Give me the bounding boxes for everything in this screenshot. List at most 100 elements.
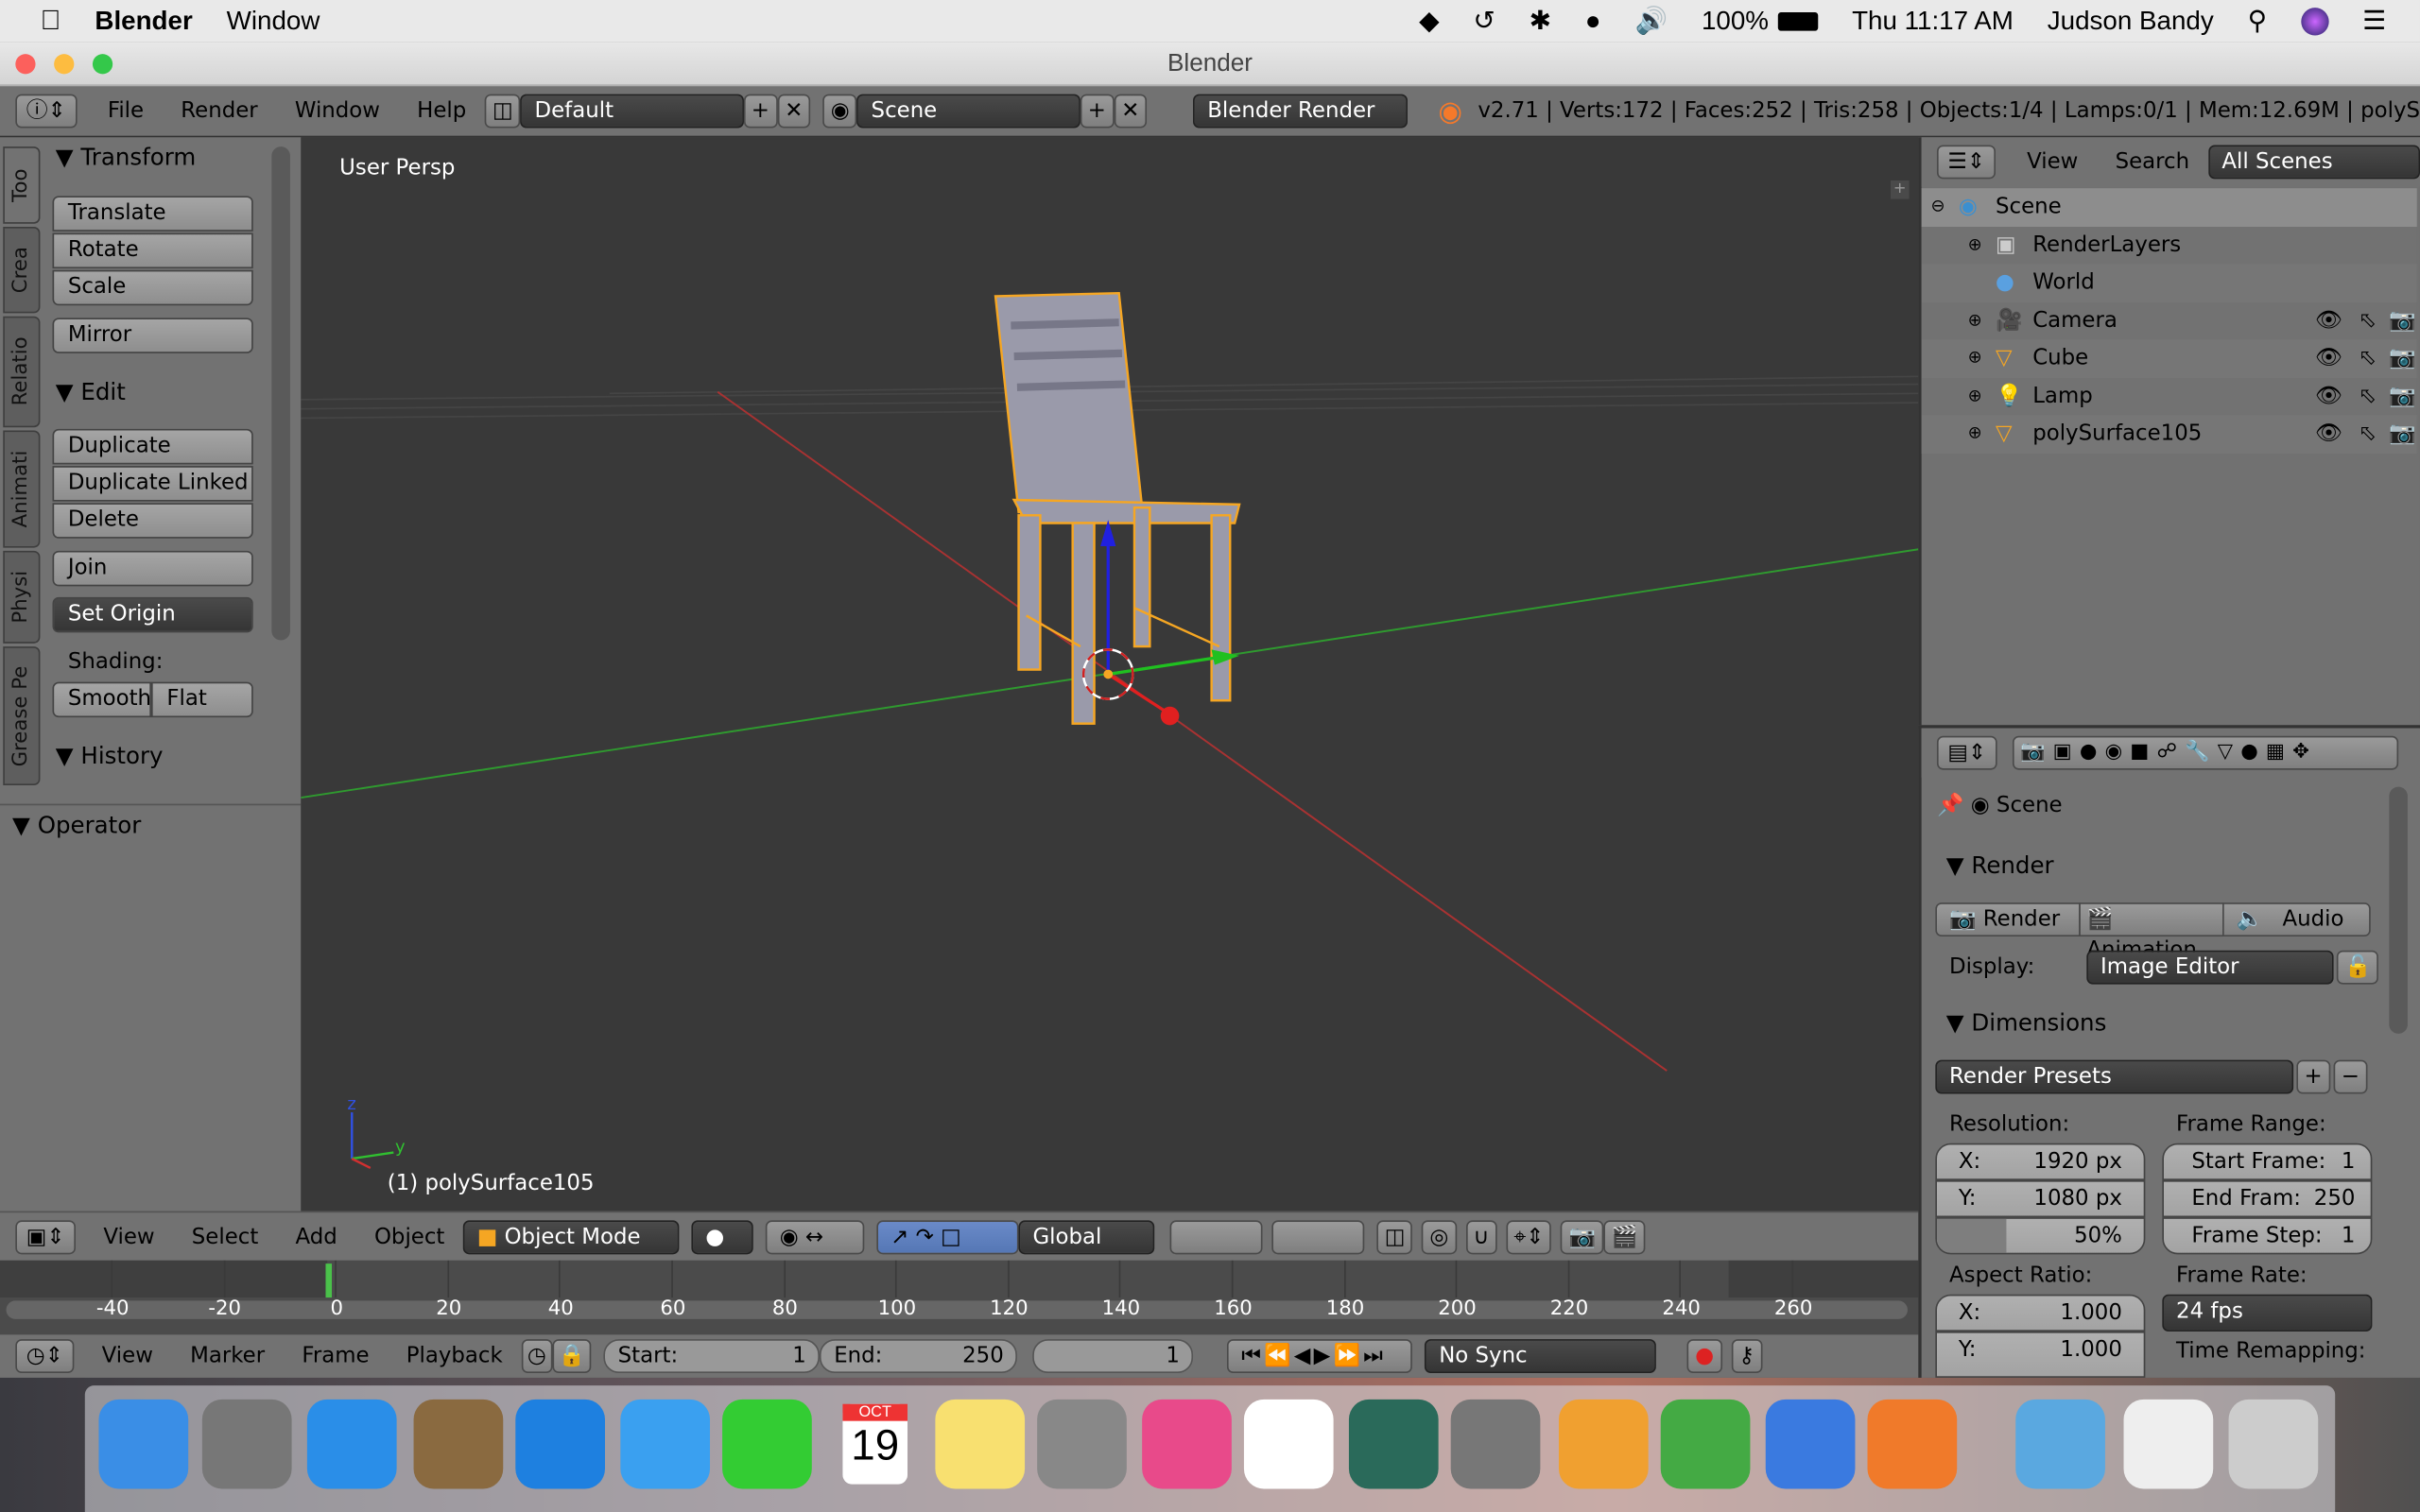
remove-layout-button[interactable]: ✕ bbox=[777, 94, 811, 129]
dock-app-facetime[interactable] bbox=[722, 1399, 812, 1489]
menu-help[interactable]: Help bbox=[417, 98, 466, 123]
menu-view-timeline[interactable]: View bbox=[102, 1344, 153, 1368]
scene-icon[interactable]: ◉ bbox=[822, 94, 857, 129]
sync-select[interactable]: No Sync bbox=[1425, 1339, 1657, 1374]
operator-panel-header[interactable]: ▼ Operator bbox=[0, 803, 302, 844]
toggle-properties-plus-icon[interactable]: + bbox=[1890, 180, 1910, 199]
dimensions-panel-header[interactable]: ▼ Dimensions bbox=[1934, 1003, 2107, 1042]
notification-center-icon[interactable]: ☰ bbox=[2362, 6, 2386, 37]
end-frame-prop[interactable]: End Fram: 250 bbox=[2162, 1179, 2373, 1218]
editor-type-outliner-icon[interactable]: ☰⇕ bbox=[1936, 145, 1996, 180]
outliner-item[interactable]: ⊕ 💡 Lamp 👁 ⬁ 📷 bbox=[1921, 377, 2417, 416]
menu-view[interactable]: View bbox=[103, 1225, 154, 1249]
expand-icon[interactable]: ⊕ bbox=[1968, 415, 1982, 452]
app-menu[interactable]: Blender bbox=[95, 6, 192, 37]
dock-app-time-machine[interactable] bbox=[1348, 1399, 1439, 1489]
audio-button[interactable]: 🔈 Audio bbox=[2222, 902, 2371, 937]
render-camera-icon[interactable]: 📷 bbox=[2389, 415, 2415, 452]
render-button[interactable]: 📷 Render bbox=[1935, 902, 2081, 937]
dock-app-pages[interactable] bbox=[1558, 1399, 1649, 1489]
expand-icon[interactable]: ⊕ bbox=[1968, 377, 1982, 414]
dock-app-image-capture[interactable] bbox=[1037, 1399, 1127, 1489]
start-frame-prop[interactable]: Start Frame: 1 bbox=[2162, 1143, 2373, 1180]
render-camera-icon[interactable]: 📷 bbox=[2389, 339, 2415, 376]
dropbox-icon[interactable]: ◆ bbox=[1419, 6, 1439, 37]
editor-type-info-icon[interactable]: ⓘ⇕ bbox=[15, 94, 78, 129]
outliner-item[interactable]: ⊕ 🎥 Camera 👁 ⬁ 📷 bbox=[1921, 301, 2417, 340]
volume-icon[interactable]: 🔊 bbox=[1634, 6, 1668, 37]
mode-select[interactable]: ■ Object Mode bbox=[462, 1219, 680, 1254]
translate-button[interactable]: Translate bbox=[52, 196, 253, 232]
menu-add[interactable]: Add bbox=[295, 1225, 337, 1249]
expand-icon[interactable]: ⊕ bbox=[1968, 226, 1982, 263]
render-panel-header[interactable]: ▼ Render bbox=[1934, 846, 2054, 885]
lock-layers-icon[interactable]: ◫ bbox=[1376, 1219, 1413, 1254]
toolshelf-scrollbar[interactable] bbox=[271, 146, 290, 641]
delete-button[interactable]: Delete bbox=[52, 503, 253, 539]
rotate-button[interactable]: Rotate bbox=[52, 232, 253, 269]
render-camera-icon[interactable]: 📷 bbox=[2389, 301, 2415, 338]
menu-render[interactable]: Render bbox=[181, 98, 257, 123]
dock-app-launchpad[interactable] bbox=[201, 1399, 292, 1489]
add-preset-button[interactable]: + bbox=[2296, 1059, 2330, 1094]
tab-physics[interactable]: Physi bbox=[3, 550, 41, 644]
snap-target-select[interactable]: ⌖⇕ bbox=[1506, 1219, 1552, 1254]
dock-app-applications[interactable] bbox=[2015, 1399, 2105, 1489]
menu-frame[interactable]: Frame bbox=[302, 1344, 369, 1368]
history-panel-header[interactable]: ▼ History bbox=[43, 736, 164, 776]
editor-type-3d-icon[interactable]: ▣⇕ bbox=[15, 1219, 76, 1254]
menu-object[interactable]: Object bbox=[374, 1225, 444, 1249]
editor-type-timeline-icon[interactable]: ◷⇕ bbox=[15, 1339, 75, 1374]
dock-app-app-store[interactable] bbox=[306, 1399, 397, 1489]
display-select[interactable]: Image Editor bbox=[2086, 950, 2334, 985]
render-engine-select[interactable]: Blender Render bbox=[1193, 94, 1408, 129]
duplicate-button[interactable]: Duplicate bbox=[52, 428, 253, 465]
dock-app-blender[interactable] bbox=[1867, 1399, 1958, 1489]
dock-app-finder[interactable] bbox=[98, 1399, 189, 1489]
clock[interactable]: Thu 11:17 AM bbox=[1852, 6, 2014, 37]
menu-window[interactable]: Window bbox=[295, 98, 380, 123]
layout-select[interactable]: Default bbox=[520, 94, 744, 129]
properties-scrollbar[interactable] bbox=[2389, 786, 2408, 1034]
aspect-x-field[interactable]: X: 1.000 bbox=[1935, 1294, 2146, 1332]
tab-tools[interactable]: Too bbox=[3, 146, 41, 224]
visibility-eye-icon[interactable]: 👁 bbox=[2315, 339, 2342, 376]
outliner-filter-select[interactable]: All Scenes bbox=[2207, 145, 2420, 180]
remove-scene-button[interactable]: ✕ bbox=[1114, 94, 1148, 129]
viewport-shading-select[interactable]: ● bbox=[691, 1219, 753, 1254]
zoom-window-button[interactable] bbox=[92, 54, 113, 75]
timeline-scrollbar[interactable] bbox=[6, 1300, 1908, 1319]
manipulator-toggle-buttons[interactable]: ↗ ↷ □ bbox=[876, 1219, 1019, 1254]
preview-range-icon[interactable]: ◷ bbox=[521, 1339, 553, 1374]
dock-app-messages[interactable] bbox=[620, 1399, 711, 1489]
transform-panel-header[interactable]: ▼ Transform bbox=[43, 137, 268, 177]
siri-icon[interactable] bbox=[2300, 7, 2329, 35]
resolution-y-field[interactable]: Y: 1080 px bbox=[1935, 1179, 2146, 1218]
render-opengl-icon[interactable]: 📷 bbox=[1561, 1219, 1604, 1254]
set-origin-select[interactable]: Set Origin bbox=[52, 596, 253, 633]
scale-button[interactable]: Scale bbox=[52, 269, 253, 306]
dock-app-system-preferences[interactable] bbox=[1450, 1399, 1541, 1489]
menu-playback[interactable]: Playback bbox=[406, 1344, 503, 1368]
dock-app-safari[interactable] bbox=[515, 1399, 605, 1489]
properties-context-tabs[interactable]: 📷▣●◉■☍🔧▽●▦✥ bbox=[2012, 735, 2399, 770]
lock-icon[interactable]: 🔒 bbox=[552, 1339, 592, 1374]
battery-icon[interactable] bbox=[1777, 11, 1819, 30]
dock-app-documents[interactable] bbox=[2123, 1399, 2214, 1489]
timeline[interactable]: -40 -20 0 20 40 60 80 100 120 140 160 180 200 220 240 2… bbox=[0, 1260, 1919, 1335]
resolution-x-field[interactable]: X: 1920 px bbox=[1935, 1143, 2146, 1180]
select-arrow-icon[interactable]: ⬁ bbox=[2359, 339, 2377, 376]
current-frame-field[interactable]: 1 bbox=[1032, 1339, 1194, 1374]
layer-buttons-1[interactable] bbox=[1169, 1219, 1263, 1254]
bluetooth-icon[interactable]: ✱ bbox=[1530, 6, 1551, 37]
keying-set-icon[interactable]: ⚷ bbox=[1731, 1339, 1763, 1374]
expand-icon[interactable]: ⊕ bbox=[1968, 301, 1982, 338]
animation-button[interactable]: 🎬Animation bbox=[2079, 902, 2224, 963]
duplicate-linked-button[interactable]: Duplicate Linked bbox=[52, 466, 253, 502]
layout-icon[interactable]: ◫ bbox=[484, 94, 521, 129]
menu-select[interactable]: Select bbox=[192, 1225, 259, 1249]
render-anim-opengl-icon[interactable]: 🎬 bbox=[1603, 1219, 1646, 1254]
join-button[interactable]: Join bbox=[52, 550, 253, 587]
spotlight-icon[interactable]: ⚲ bbox=[2248, 6, 2267, 37]
proportional-edit-icon[interactable]: ◎ bbox=[1422, 1219, 1457, 1254]
